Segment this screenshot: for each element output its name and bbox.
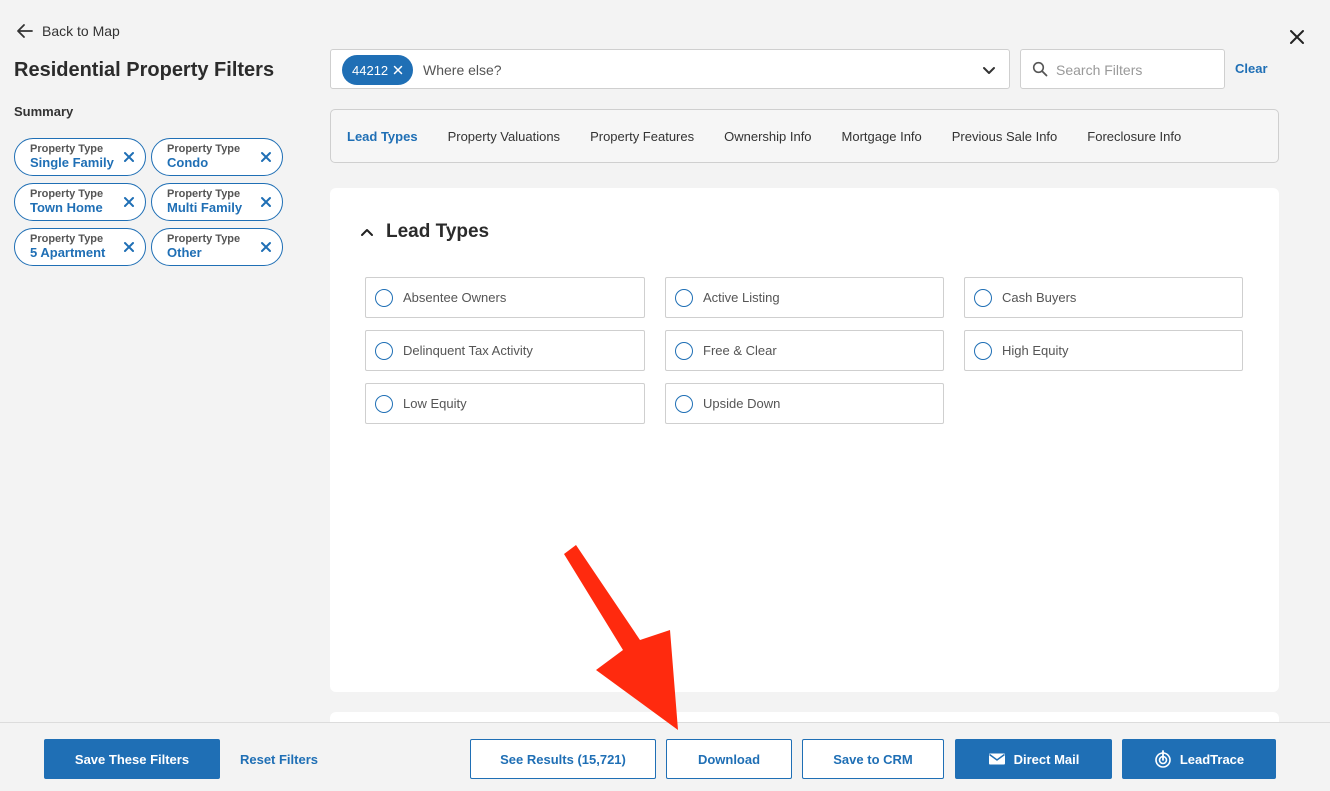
target-icon	[1155, 750, 1171, 768]
radio-button[interactable]	[375, 288, 393, 307]
close-icon[interactable]	[1287, 27, 1307, 47]
option-label: High Equity	[1002, 343, 1069, 358]
direct-mail-button[interactable]: Direct Mail	[955, 739, 1112, 779]
download-button[interactable]: Download	[666, 739, 792, 779]
tab-previous-sale-info[interactable]: Previous Sale Info	[952, 129, 1058, 144]
remove-icon[interactable]	[260, 151, 272, 163]
search-filters-input[interactable]	[1056, 59, 1216, 81]
chevron-up-icon	[361, 229, 373, 236]
radio-button[interactable]	[675, 394, 693, 413]
leadtrace-button[interactable]: LeadTrace	[1122, 739, 1276, 779]
option-label: Absentee Owners	[403, 290, 507, 305]
option-label: Active Listing	[703, 290, 780, 305]
arrow-left-icon	[17, 24, 33, 38]
tab-mortgage-info[interactable]: Mortgage Info	[842, 129, 922, 144]
reset-filters-button[interactable]: Reset Filters	[232, 739, 326, 779]
location-input[interactable]	[423, 59, 943, 81]
envelope-icon	[988, 753, 1005, 765]
tab-ownership-info[interactable]: Ownership Info	[724, 129, 811, 144]
radio-button[interactable]	[974, 341, 992, 360]
remove-icon[interactable]	[123, 196, 135, 208]
see-results-button[interactable]: See Results (15,721)	[470, 739, 656, 779]
filter-tabs: Lead Types Property Valuations Property …	[330, 109, 1279, 163]
radio-button[interactable]	[675, 341, 693, 360]
tab-property-valuations[interactable]: Property Valuations	[448, 129, 561, 144]
direct-mail-label: Direct Mail	[1013, 751, 1080, 767]
summary-chip[interactable]: Property Type Multi Family	[151, 183, 283, 221]
summary-chip[interactable]: Property Type Town Home	[14, 183, 146, 221]
option-label: Free & Clear	[703, 343, 777, 358]
zip-chip[interactable]: 44212	[342, 55, 414, 85]
tab-lead-types[interactable]: Lead Types	[347, 129, 418, 144]
summary-chip[interactable]: Property Type Condo	[151, 138, 283, 176]
option-high-equity[interactable]: High Equity	[964, 330, 1243, 371]
summary-chip[interactable]: Property Type 5 Apartment	[14, 228, 146, 266]
left-panel: Back to Map Residential Property Filters…	[0, 0, 310, 722]
summary-chips: Property Type Single Family Property Typ…	[14, 138, 289, 266]
search-icon	[1032, 61, 1048, 77]
lead-types-card: Lead Types Absentee Owners Active Listin…	[330, 188, 1279, 692]
option-cash-buyers[interactable]: Cash Buyers	[964, 277, 1243, 318]
option-label: Upside Down	[703, 396, 781, 411]
save-to-crm-button[interactable]: Save to CRM	[802, 739, 944, 779]
option-upside-down[interactable]: Upside Down	[665, 383, 944, 424]
location-select[interactable]: 44212	[330, 49, 1010, 89]
search-filters-box[interactable]	[1020, 49, 1225, 89]
remove-icon[interactable]	[260, 241, 272, 253]
leadtrace-label: LeadTrace	[1179, 751, 1245, 767]
option-low-equity[interactable]: Low Equity	[365, 383, 645, 424]
remove-icon[interactable]	[123, 241, 135, 253]
page-title: Residential Property Filters	[14, 59, 275, 81]
section-title: Lead Types	[386, 221, 490, 242]
back-to-map-label: Back to Map	[42, 23, 120, 39]
summary-label: Summary	[14, 104, 74, 119]
clear-button[interactable]: Clear	[1235, 61, 1268, 76]
remove-icon[interactable]	[123, 151, 135, 163]
section-toggle[interactable]: Lead Types	[360, 221, 489, 243]
radio-button[interactable]	[974, 288, 992, 307]
option-label: Delinquent Tax Activity	[403, 343, 533, 358]
remove-icon[interactable]	[393, 65, 403, 75]
footer-bar: Save These Filters Reset Filters See Res…	[0, 722, 1330, 791]
lead-type-options: Absentee Owners Active Listing Cash Buye…	[365, 277, 1243, 424]
option-label: Cash Buyers	[1002, 290, 1077, 305]
summary-chip[interactable]: Property Type Other	[151, 228, 283, 266]
option-free-and-clear[interactable]: Free & Clear	[665, 330, 944, 371]
radio-button[interactable]	[375, 394, 393, 413]
option-absentee-owners[interactable]: Absentee Owners	[365, 277, 645, 318]
radio-button[interactable]	[375, 341, 393, 360]
option-label: Low Equity	[403, 396, 467, 411]
zip-chip-label: 44212	[352, 62, 389, 78]
save-filters-button[interactable]: Save These Filters	[44, 739, 220, 779]
chevron-down-icon[interactable]	[981, 62, 997, 78]
option-delinquent-tax-activity[interactable]: Delinquent Tax Activity	[365, 330, 645, 371]
radio-button[interactable]	[675, 288, 693, 307]
summary-chip[interactable]: Property Type Single Family	[14, 138, 146, 176]
tab-property-features[interactable]: Property Features	[590, 129, 694, 144]
back-to-map-link[interactable]: Back to Map	[16, 22, 120, 40]
tab-foreclosure-info[interactable]: Foreclosure Info	[1087, 129, 1181, 144]
option-active-listing[interactable]: Active Listing	[665, 277, 944, 318]
remove-icon[interactable]	[260, 196, 272, 208]
